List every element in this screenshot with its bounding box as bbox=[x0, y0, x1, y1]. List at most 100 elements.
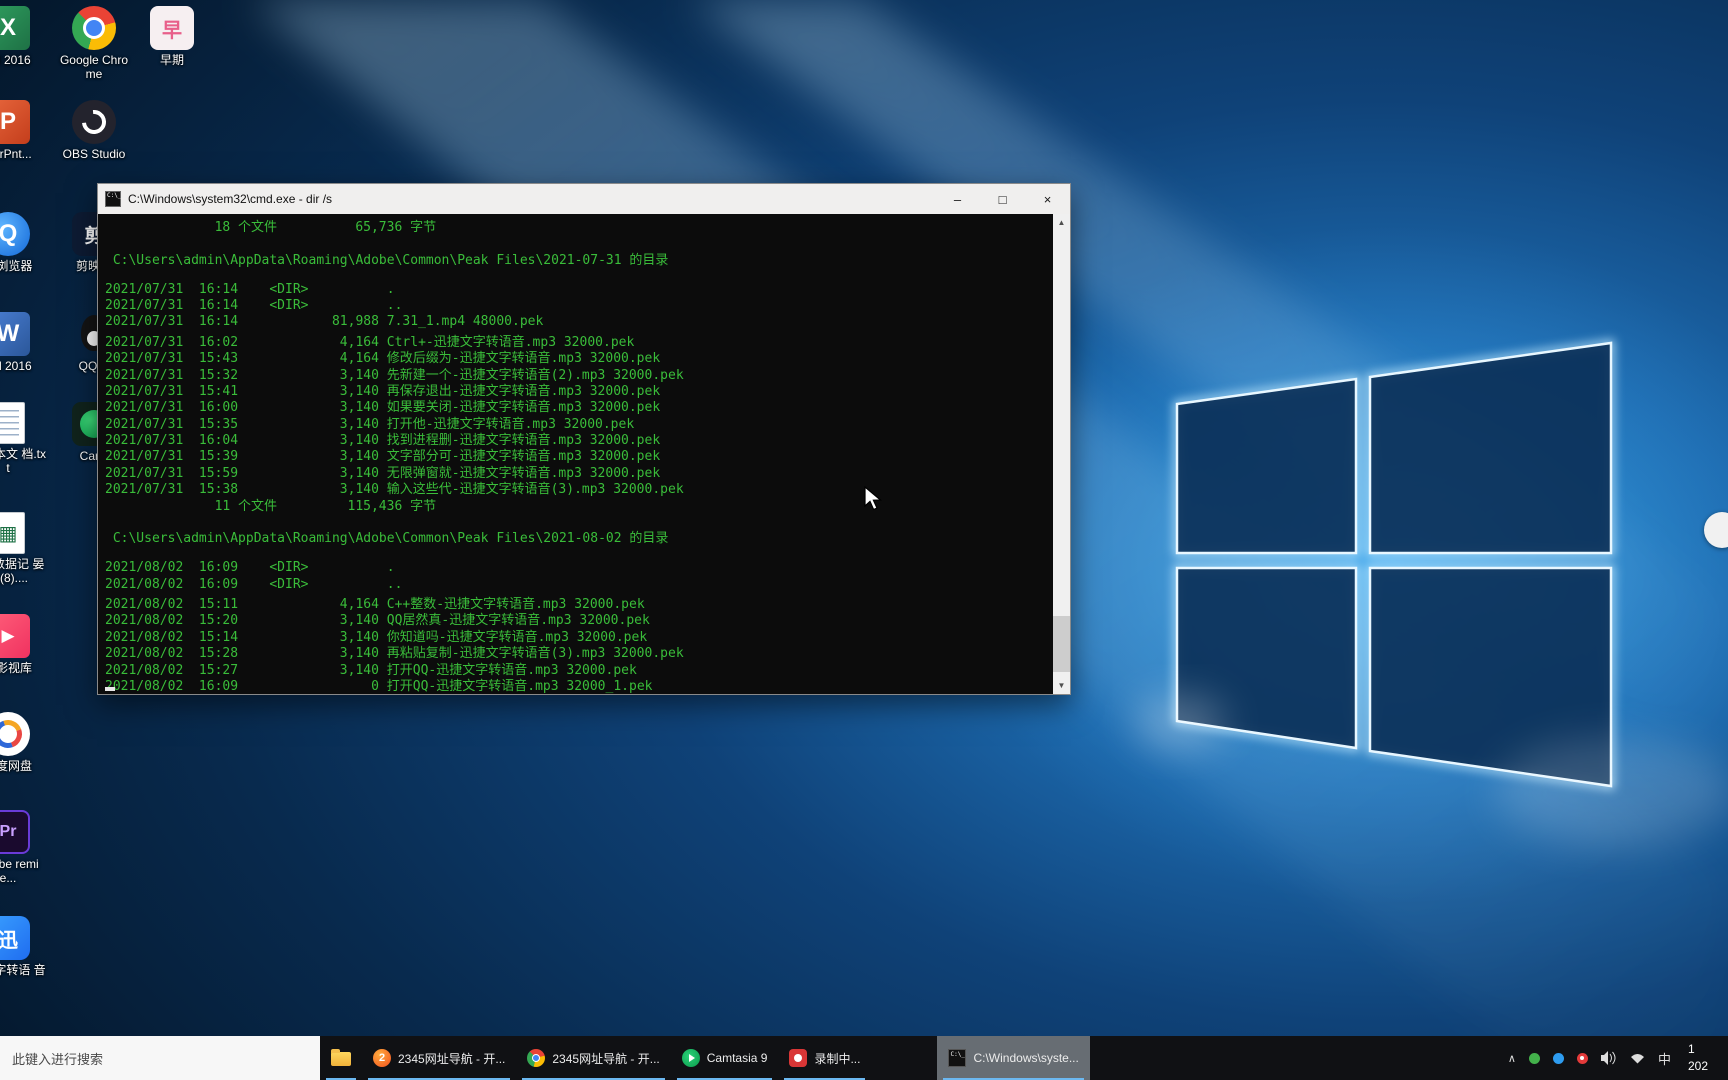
terminal-caret bbox=[105, 687, 115, 691]
obs-icon bbox=[72, 100, 116, 144]
desktop-icon-qq-browser[interactable]: Q Q 浏览器 bbox=[0, 212, 46, 273]
terminal-line: 2021/07/31 15:32 3,140 先新建一个-迅捷文字转语音(2).… bbox=[105, 367, 684, 383]
terminal-line: 18 个文件 65,736 字节 bbox=[105, 220, 437, 235]
terminal-line: 2021/08/02 15:14 3,140 你知道吗-迅捷文字转语音.mp3 … bbox=[105, 629, 648, 645]
terminal-line: 2021/07/31 16:02 4,164 Ctrl+-迅捷文字转语音.mp3… bbox=[105, 334, 635, 350]
video-play-icon: ▶ bbox=[0, 614, 30, 658]
icon-label: werPnt... bbox=[0, 147, 32, 161]
task-label: 录制中... bbox=[814, 1051, 861, 1066]
recorder-icon bbox=[789, 1049, 808, 1067]
cmd-window: C:\_ C:\Windows\system32\cmd.exe - dir /… bbox=[97, 183, 1071, 695]
desktop-icon-word-2016[interactable]: W ord 2016 bbox=[0, 312, 46, 373]
2345-icon: 2 bbox=[373, 1049, 391, 1067]
chrome-icon bbox=[72, 6, 116, 50]
taskbar-search-input[interactable]: 此键入进行搜索 bbox=[0, 1036, 320, 1080]
text-file-icon bbox=[0, 402, 25, 444]
terminal-line: 2021/07/31 15:43 4,164 修改后缀为-迅捷文字转语音.mp3… bbox=[105, 351, 661, 367]
qq-browser-icon: Q bbox=[0, 212, 30, 256]
input-method-indicator[interactable]: 中 bbox=[1658, 1049, 1671, 1068]
desktop-icon-zaoqi[interactable]: 早 早期 bbox=[134, 6, 210, 67]
terminal-line: C:\Users\admin\AppData\Roaming\Adobe\Com… bbox=[105, 252, 669, 268]
task-label: 2345网址导航 - 开... bbox=[398, 1051, 506, 1066]
task-label: 2345网址导航 - 开... bbox=[552, 1051, 660, 1066]
minimize-button[interactable]: – bbox=[935, 184, 980, 214]
icon-label: cel 2016 bbox=[0, 53, 31, 67]
excel-icon: X bbox=[0, 6, 30, 50]
desktop-icon-text-document[interactable]: 建文本文 档.txt bbox=[0, 402, 46, 476]
baidu-netdisk-icon bbox=[0, 712, 30, 756]
terminal-line: 2021/07/31 15:38 3,140 输入这些代-迅捷文字转语音(3).… bbox=[105, 482, 684, 498]
system-tray: ∧ 中 1 202 bbox=[1498, 1036, 1728, 1080]
antivirus-tray-icon[interactable] bbox=[1528, 1052, 1540, 1064]
desktop-icon-excel-2016[interactable]: X cel 2016 bbox=[0, 6, 46, 67]
terminal-area[interactable]: 18 个文件 65,736 字节 C:\Users\admin\AppData\… bbox=[98, 214, 1070, 694]
terminal-line: 2021/08/02 16:09 <DIR> . bbox=[105, 560, 395, 576]
desktop-icon-google-chrome[interactable]: Google Chrome bbox=[56, 6, 132, 82]
terminal-line: 2021/08/02 16:09 <DIR> .. bbox=[105, 576, 403, 592]
terminal-line: 2021/07/31 16:14 <DIR> .. bbox=[105, 297, 403, 313]
taskbar-recording[interactable]: 录制中... bbox=[778, 1036, 871, 1080]
task-label: C:\Windows\syste... bbox=[973, 1051, 1079, 1065]
desktop-icon-baidu-netdisk[interactable]: 百度网盘 bbox=[0, 712, 46, 773]
terminal-line: 2021/08/02 15:11 4,164 C++整数-迅捷文字转语音.mp3… bbox=[105, 596, 645, 612]
scrollbar-thumb[interactable] bbox=[1053, 616, 1070, 672]
icon-label: Q 浏览器 bbox=[0, 259, 33, 273]
terminal-scrollbar[interactable]: ▲ ▼ bbox=[1053, 214, 1070, 694]
mouse-cursor bbox=[864, 486, 883, 511]
taskbar: 此键入进行搜索 2 2345网址导航 - 开... 2345网址导航 - 开..… bbox=[0, 1036, 1728, 1080]
maximize-button[interactable]: □ bbox=[980, 184, 1025, 214]
terminal-line: 2021/07/31 16:00 3,140 如果要关闭-迅捷文字转语音.mp3… bbox=[105, 400, 661, 416]
icon-label: 早期 bbox=[159, 53, 184, 67]
terminal-line: 2021/07/31 15:35 3,140 打开他-迅捷文字转语音.mp3 3… bbox=[105, 416, 635, 432]
terminal-line: 2021/07/31 15:59 3,140 无限弹窗就-迅捷文字转语音.mp3… bbox=[105, 465, 661, 481]
desktop-icon-xunjie-tts[interactable]: 迅 捷文字转语 音 bbox=[0, 916, 46, 977]
clock-date: 202 bbox=[1688, 1059, 1709, 1073]
desktop-icon-powerpoint[interactable]: P werPnt... bbox=[0, 100, 46, 161]
icon-label: OBS Studio bbox=[62, 147, 126, 161]
terminal-line: C:\Users\admin\AppData\Roaming\Adobe\Com… bbox=[105, 531, 669, 547]
chevron-up-icon[interactable]: ∧ bbox=[1508, 1052, 1516, 1065]
icon-glyph: ▶ bbox=[1, 626, 15, 645]
scroll-up-icon[interactable]: ▲ bbox=[1053, 214, 1070, 231]
taskbar-cmd[interactable]: C:\_ C:\Windows\syste... bbox=[937, 1036, 1090, 1080]
taskbar-file-explorer[interactable] bbox=[320, 1036, 362, 1080]
icon-label: Google Chrome bbox=[59, 53, 129, 82]
close-button[interactable]: × bbox=[1025, 184, 1070, 214]
terminal-line: 2021/07/31 15:41 3,140 再保存退出-迅捷文字转语音.mp3… bbox=[105, 383, 661, 399]
taskbar-2345-nav-2[interactable]: 2345网址导航 - 开... bbox=[516, 1036, 670, 1080]
terminal-line: 2021/08/02 15:20 3,140 QQ居然真-迅捷文字转语音.mp3… bbox=[105, 613, 650, 629]
desktop-icon-obs-studio[interactable]: OBS Studio bbox=[56, 100, 132, 161]
volume-icon[interactable] bbox=[1600, 1051, 1617, 1065]
spreadsheet-icon: ▦ bbox=[0, 512, 25, 554]
xunjie-tts-icon: 迅 bbox=[0, 916, 30, 960]
terminal-output: 18 个文件 65,736 字节 C:\Users\admin\AppData\… bbox=[98, 214, 1053, 694]
camtasia-icon bbox=[681, 1049, 700, 1067]
cmd-window-title: C:\Windows\system32\cmd.exe - dir /s bbox=[128, 192, 333, 206]
icon-glyph: 早 bbox=[162, 19, 182, 42]
icon-glyph: Q bbox=[0, 220, 18, 247]
chrome-icon bbox=[527, 1049, 546, 1067]
zaoqi-icon: 早 bbox=[150, 6, 194, 50]
taskbar-2345-nav-1[interactable]: 2 2345网址导航 - 开... bbox=[362, 1036, 516, 1080]
desktop-icon-video-library[interactable]: ▶ 讯影视库 bbox=[0, 614, 46, 675]
cmd-window-icon: C:\_ bbox=[105, 191, 121, 207]
task-label: Camtasia 9 bbox=[706, 1051, 768, 1065]
desktop-icon-adobe-premiere[interactable]: Pr Adobe remie... bbox=[0, 810, 46, 886]
terminal-line: 2021/08/02 16:09 0 打开QQ-迅捷文字转语音.mp3 3200… bbox=[105, 678, 653, 694]
terminal-line: 2021/07/31 16:14 <DIR> . bbox=[105, 281, 395, 297]
icon-label: 百度网盘 bbox=[0, 759, 32, 773]
chat-tray-icon[interactable] bbox=[1576, 1052, 1588, 1064]
network-icon[interactable] bbox=[1630, 1052, 1645, 1064]
app-tray-icon[interactable] bbox=[1552, 1052, 1564, 1064]
scroll-down-icon[interactable]: ▼ bbox=[1053, 677, 1070, 694]
taskbar-camtasia[interactable]: Camtasia 9 bbox=[671, 1036, 779, 1080]
taskbar-clock[interactable]: 1 202 bbox=[1684, 1041, 1728, 1076]
icon-glyph: ▦ bbox=[0, 522, 18, 545]
cmd-titlebar[interactable]: C:\_ C:\Windows\system32\cmd.exe - dir /… bbox=[98, 184, 1070, 214]
folder-icon bbox=[331, 1049, 351, 1066]
icon-glyph: Pr bbox=[0, 823, 17, 840]
desktop-icon-qq-group-sheet[interactable]: ▦ Q群数据记 晏浩(8).... bbox=[0, 512, 46, 586]
icon-glyph: W bbox=[0, 320, 20, 347]
icon-label: 建文本文 档.txt bbox=[0, 447, 47, 476]
